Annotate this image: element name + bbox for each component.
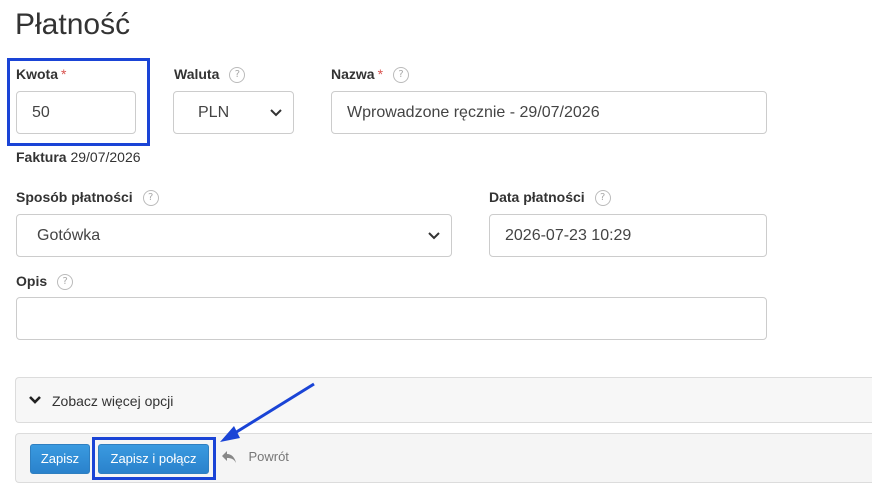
payment-method-label: Sposób płatności? <box>16 189 159 207</box>
more-options-label: Zobacz więcej opcji <box>52 393 174 409</box>
payment-method-select[interactable]: Gotówka <box>16 214 452 257</box>
help-icon[interactable]: ? <box>142 190 159 207</box>
amount-required-mark: * <box>61 66 67 82</box>
help-icon[interactable]: ? <box>594 190 611 207</box>
description-label: Opis? <box>16 273 74 291</box>
back-link[interactable]: Powrót <box>220 448 289 466</box>
currency-label: Waluta? <box>174 66 246 84</box>
payment-date-input[interactable]: 2026-07-23 10:29 <box>489 214 767 257</box>
payment-method-value: Gotówka <box>37 227 101 244</box>
name-label-text: Nazwa <box>331 66 375 82</box>
save-and-merge-button[interactable]: Zapisz i połącz <box>98 444 209 474</box>
amount-label-text: Kwota <box>16 66 58 82</box>
help-icon[interactable]: ? <box>393 67 410 84</box>
help-icon[interactable]: ? <box>57 274 74 291</box>
payment-date-label: Data płatności? <box>489 189 611 207</box>
name-label: Nazwa *? <box>331 66 410 84</box>
payment-date-label-text: Data płatności <box>489 189 585 205</box>
amount-label: Kwota * <box>16 66 66 82</box>
description-label-text: Opis <box>16 273 48 289</box>
chevron-down-icon <box>29 396 41 404</box>
invoice-info: Faktura 29/07/2026 <box>16 149 141 165</box>
annotation-arrow-icon <box>220 382 315 442</box>
amount-input[interactable]: 50 <box>16 91 136 134</box>
payment-date-value: 2026-07-23 10:29 <box>505 227 632 244</box>
chevron-down-icon <box>428 232 440 240</box>
name-value: Wprowadzone ręcznie - 29/07/2026 <box>347 104 600 121</box>
currency-label-text: Waluta <box>174 66 220 82</box>
currency-select[interactable]: PLN <box>173 91 294 134</box>
chevron-down-icon <box>270 109 282 117</box>
page-title: Płatność <box>15 8 131 41</box>
name-required-mark: * <box>377 66 384 82</box>
save-button[interactable]: Zapisz <box>30 444 90 474</box>
more-options-toggle[interactable]: Zobacz więcej opcji <box>15 377 872 423</box>
payment-method-label-text: Sposób płatności <box>16 189 133 205</box>
invoice-label: Faktura <box>16 149 67 165</box>
currency-value: PLN <box>198 104 230 121</box>
amount-value: 50 <box>32 104 50 121</box>
description-input[interactable] <box>16 297 767 340</box>
undo-arrow-icon <box>222 450 236 463</box>
help-icon[interactable]: ? <box>229 67 246 84</box>
back-link-label: Powrót <box>248 449 289 465</box>
name-input[interactable]: Wprowadzone ręcznie - 29/07/2026 <box>331 91 767 134</box>
invoice-date: 29/07/2026 <box>70 149 141 165</box>
